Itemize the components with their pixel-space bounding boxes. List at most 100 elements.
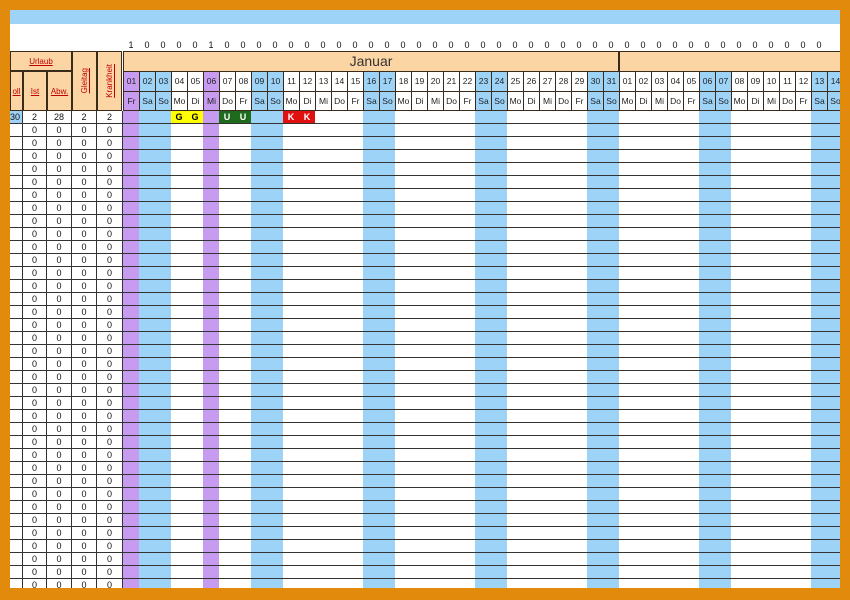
day-cell[interactable] <box>811 189 828 202</box>
summary-cell-ist[interactable]: 0 <box>23 215 47 228</box>
summary-cell-soll[interactable] <box>10 241 23 254</box>
day-cell[interactable] <box>731 475 748 488</box>
day-cell[interactable] <box>283 462 300 475</box>
day-cell[interactable] <box>187 254 204 267</box>
day-cell[interactable] <box>379 488 396 501</box>
day-cell[interactable] <box>347 488 364 501</box>
summary-cell-ist[interactable]: 0 <box>23 566 47 579</box>
summary-cell-ist[interactable]: 0 <box>23 358 47 371</box>
day-cell[interactable] <box>139 241 156 254</box>
day-cell[interactable] <box>555 475 572 488</box>
day-cell[interactable] <box>219 267 236 280</box>
summary-cell-soll[interactable] <box>10 267 23 280</box>
day-cell[interactable] <box>235 462 252 475</box>
day-cell[interactable] <box>475 384 492 397</box>
summary-cell-gleitage[interactable]: 0 <box>72 280 97 293</box>
day-cell[interactable] <box>443 384 460 397</box>
day-cell[interactable] <box>635 540 652 553</box>
day-cell[interactable] <box>811 293 828 306</box>
day-cell[interactable] <box>219 332 236 345</box>
day-cell[interactable] <box>155 436 172 449</box>
day-cell[interactable] <box>139 163 156 176</box>
day-cell[interactable] <box>219 176 236 189</box>
day-cell[interactable] <box>587 150 604 163</box>
day-cell[interactable] <box>587 371 604 384</box>
day-cell[interactable] <box>235 163 252 176</box>
day-cell[interactable] <box>203 553 220 566</box>
day-cell[interactable] <box>203 163 220 176</box>
day-cell[interactable] <box>555 371 572 384</box>
day-cell[interactable] <box>299 540 316 553</box>
day-cell[interactable] <box>507 111 524 124</box>
day-cell[interactable] <box>267 423 284 436</box>
day-cell[interactable] <box>667 579 684 588</box>
day-cell[interactable] <box>187 150 204 163</box>
day-cell[interactable] <box>779 540 796 553</box>
day-cell[interactable] <box>363 228 380 241</box>
day-cell[interactable] <box>459 579 476 588</box>
day-cell[interactable] <box>747 488 764 501</box>
day-cell[interactable] <box>315 176 332 189</box>
day-cell[interactable] <box>811 553 828 566</box>
day-cell[interactable] <box>347 319 364 332</box>
day-cell[interactable] <box>187 423 204 436</box>
day-cell[interactable] <box>603 488 620 501</box>
day-cell[interactable] <box>795 176 812 189</box>
day-cell[interactable] <box>411 176 428 189</box>
day-cell[interactable] <box>619 527 636 540</box>
day-cell[interactable] <box>475 436 492 449</box>
day-cell[interactable] <box>443 540 460 553</box>
day-cell[interactable] <box>715 280 732 293</box>
day-cell[interactable] <box>267 332 284 345</box>
day-cell[interactable] <box>219 449 236 462</box>
day-cell[interactable] <box>827 514 840 527</box>
day-cell[interactable] <box>251 410 268 423</box>
day-cell[interactable] <box>203 176 220 189</box>
day-cell[interactable] <box>587 423 604 436</box>
day-name[interactable]: Fr <box>571 91 588 111</box>
day-cell[interactable] <box>203 332 220 345</box>
day-cell[interactable] <box>235 267 252 280</box>
day-cell[interactable] <box>827 410 840 423</box>
day-cell[interactable] <box>779 293 796 306</box>
day-cell[interactable] <box>219 579 236 588</box>
summary-cell-abw[interactable]: 0 <box>47 488 72 501</box>
summary-cell-abw[interactable]: 0 <box>47 163 72 176</box>
day-cell[interactable] <box>827 319 840 332</box>
day-cell[interactable] <box>427 397 444 410</box>
day-cell[interactable] <box>443 332 460 345</box>
day-cell[interactable] <box>635 449 652 462</box>
day-cell[interactable] <box>427 163 444 176</box>
day-cell[interactable] <box>507 332 524 345</box>
day-cell[interactable] <box>651 111 668 124</box>
summary-cell-soll[interactable] <box>10 306 23 319</box>
day-cell[interactable] <box>347 111 364 124</box>
day-cell[interactable] <box>587 475 604 488</box>
summary-cell-krankheit[interactable]: 0 <box>97 501 123 514</box>
day-cell[interactable] <box>251 488 268 501</box>
day-cell[interactable] <box>507 527 524 540</box>
day-cell[interactable] <box>763 462 780 475</box>
day-cell[interactable] <box>795 553 812 566</box>
day-cell[interactable] <box>155 293 172 306</box>
day-cell[interactable] <box>667 254 684 267</box>
day-cell[interactable] <box>299 553 316 566</box>
day-cell[interactable] <box>235 306 252 319</box>
day-cell[interactable] <box>379 228 396 241</box>
summary-cell-abw[interactable]: 0 <box>47 436 72 449</box>
day-cell[interactable] <box>571 371 588 384</box>
day-cell[interactable] <box>251 150 268 163</box>
day-cell[interactable] <box>587 228 604 241</box>
day-cell[interactable] <box>651 150 668 163</box>
day-cell[interactable] <box>683 410 700 423</box>
day-cell[interactable] <box>507 254 524 267</box>
day-name[interactable]: Mo <box>507 91 524 111</box>
day-cell[interactable] <box>475 241 492 254</box>
day-cell[interactable] <box>171 514 188 527</box>
day-cell[interactable] <box>123 124 140 137</box>
day-cell[interactable] <box>203 488 220 501</box>
day-cell[interactable] <box>315 475 332 488</box>
day-cell[interactable] <box>427 319 444 332</box>
day-cell[interactable] <box>267 488 284 501</box>
day-cell[interactable] <box>379 475 396 488</box>
